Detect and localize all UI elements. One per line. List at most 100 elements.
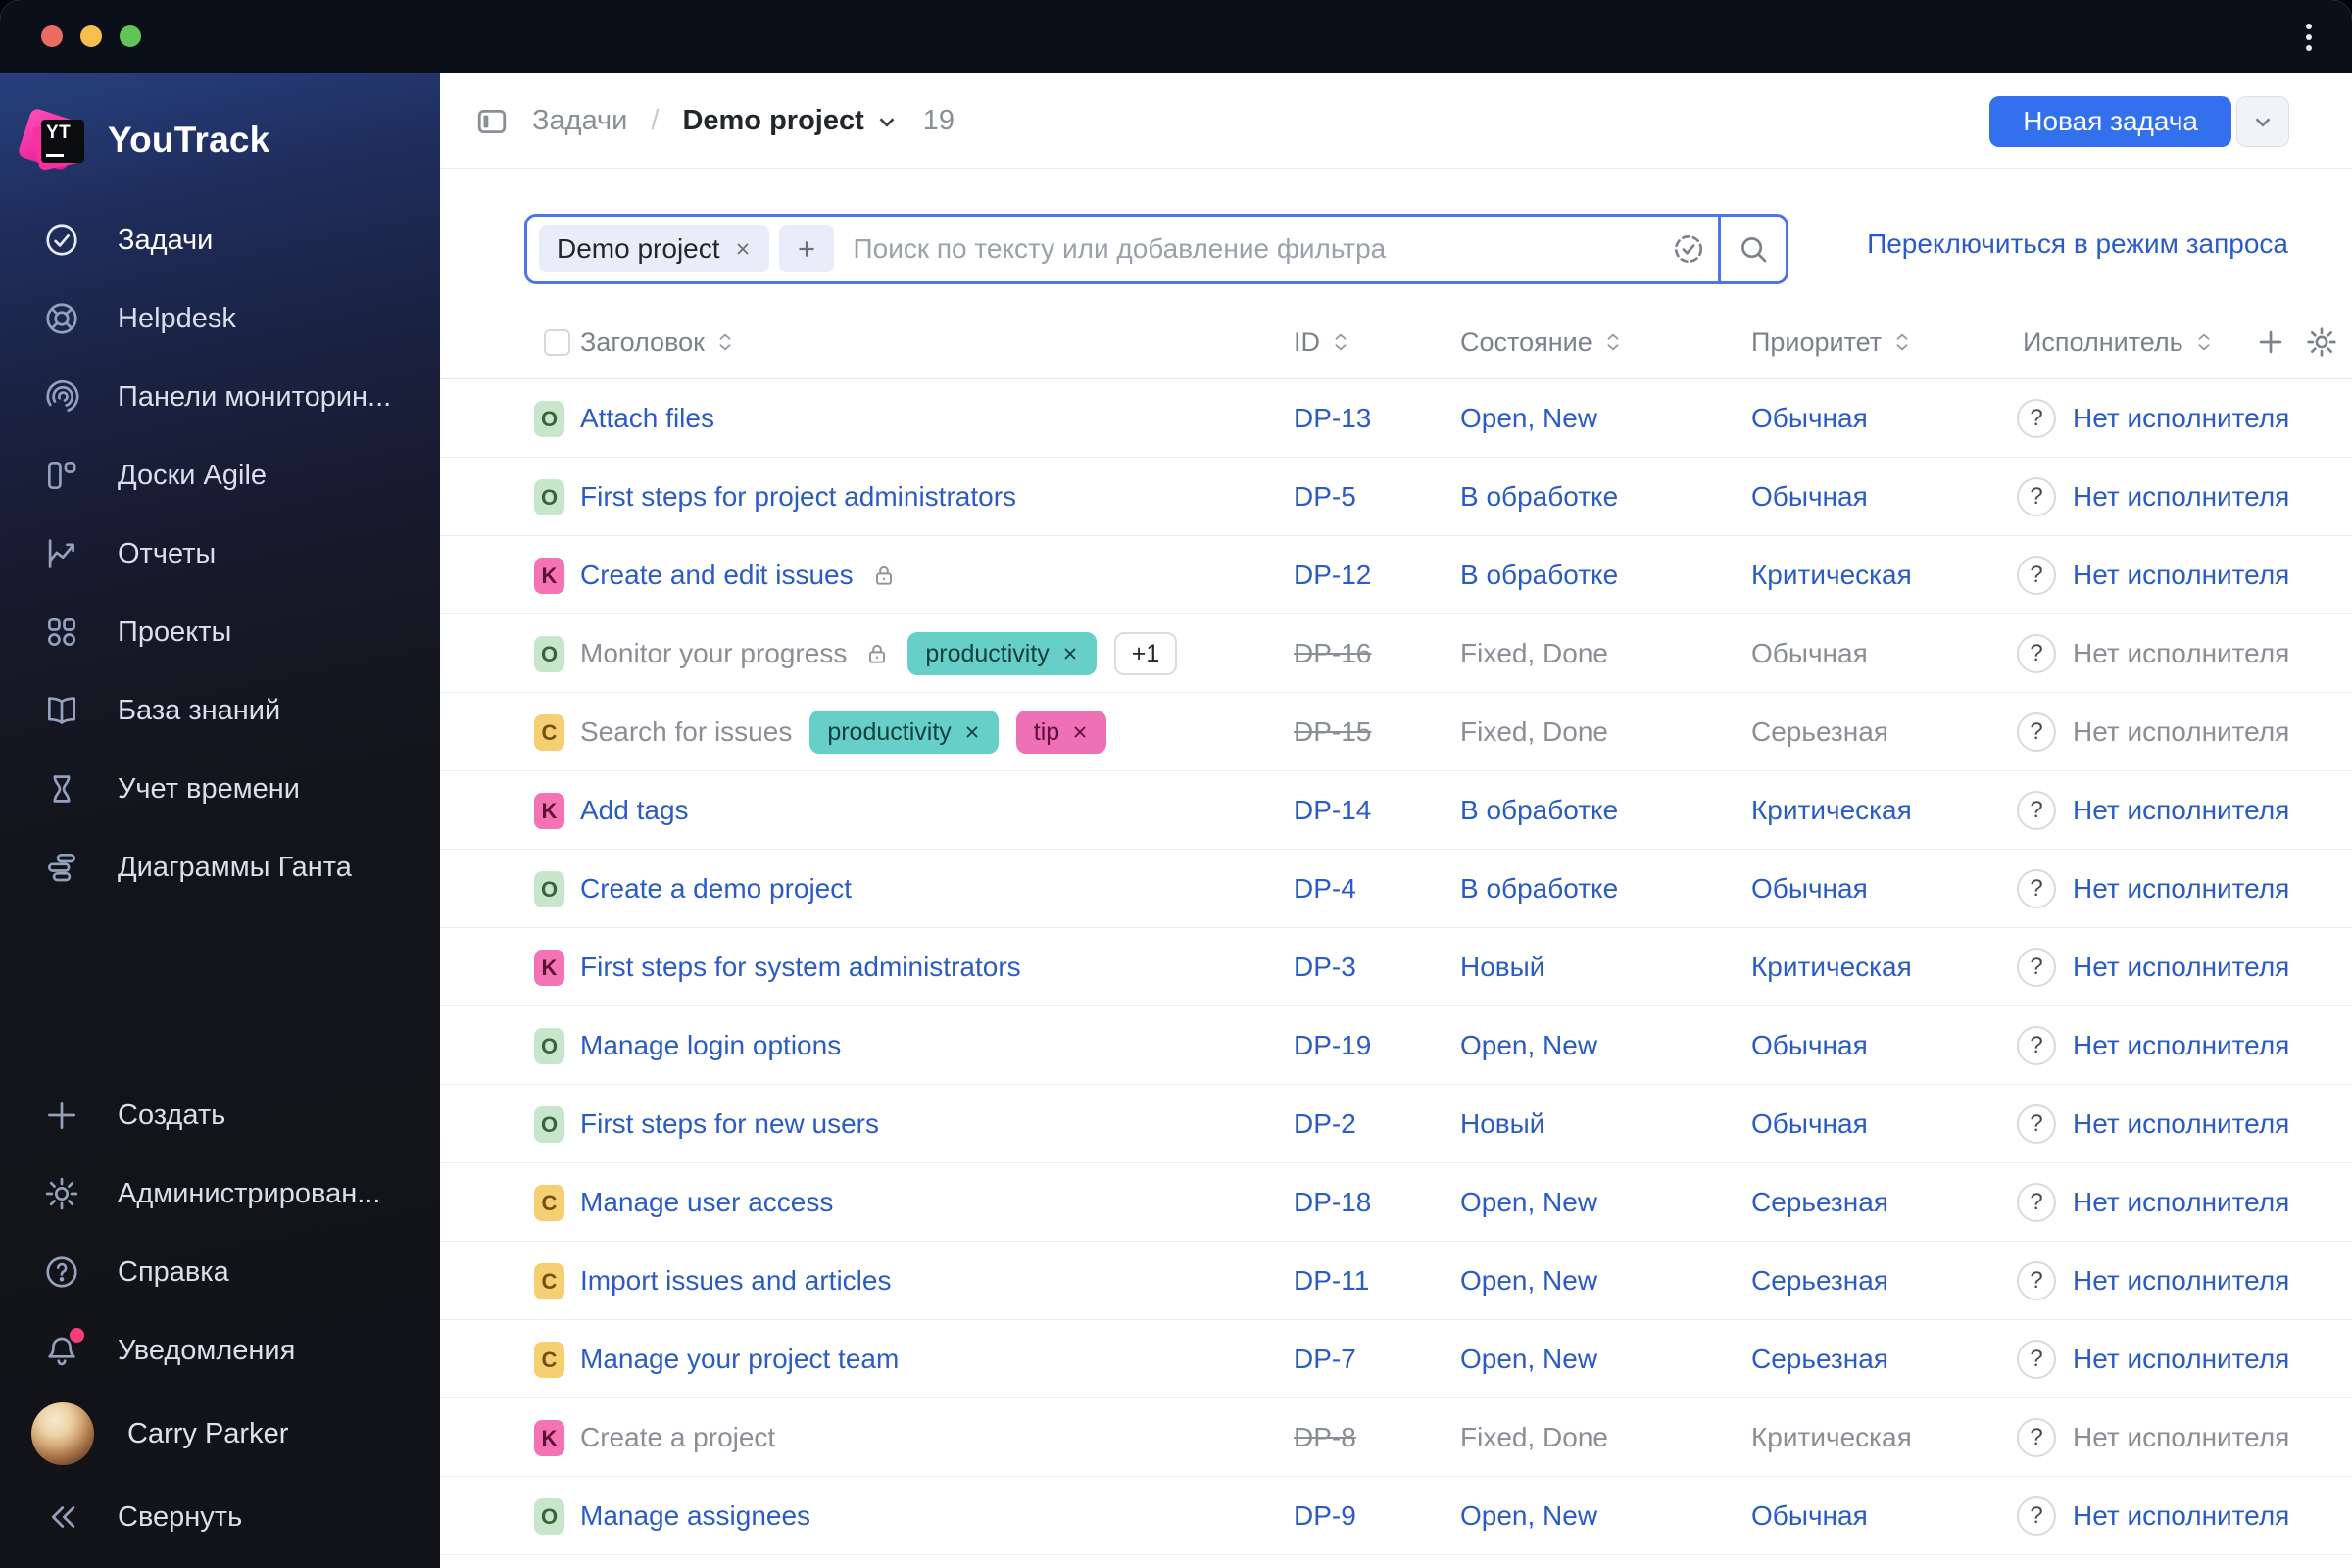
sidebar-item-help[interactable]: Справка	[0, 1233, 440, 1311]
tag-productivity[interactable]: productivity	[907, 632, 1097, 675]
issue-state[interactable]: Open, New	[1460, 379, 1597, 458]
column-header-state[interactable]: Состояние	[1460, 305, 1624, 379]
issue-priority[interactable]: Обычная	[1751, 458, 1868, 536]
issue-assignee[interactable]: ? Нет исполнителя	[2017, 1085, 2289, 1163]
issue-title-link[interactable]: Import issues and articles	[580, 1265, 891, 1297]
table-row[interactable]: C Manage user access DP-18 Open, New Серьезн…	[440, 1163, 2352, 1242]
query-mode-link[interactable]: Переключиться в режим запроса	[1867, 228, 2288, 260]
issue-title-link[interactable]: Manage assignees	[580, 1500, 810, 1532]
table-row[interactable]: O Monitor your progress productivity +1 DP-1…	[440, 614, 2352, 693]
issue-priority[interactable]: Обычная	[1751, 1006, 1868, 1085]
kebab-menu-icon[interactable]	[2289, 18, 2328, 57]
issue-priority[interactable]: Критическая	[1751, 1398, 1912, 1477]
add-filter-button[interactable]	[778, 225, 834, 272]
breadcrumb-root[interactable]: Задачи	[532, 105, 627, 137]
search-submit-button[interactable]	[1721, 217, 1786, 281]
remove-tag-icon[interactable]	[963, 723, 981, 741]
sidebar-item-helpdesk[interactable]: Helpdesk	[0, 279, 440, 358]
remove-tag-icon[interactable]	[1071, 723, 1089, 741]
issue-state[interactable]: Fixed, Done	[1460, 614, 1608, 693]
table-row[interactable]: K Create and edit issues DP-12 В обработке К…	[440, 536, 2352, 614]
search-input[interactable]	[833, 233, 1659, 265]
sidebar-item-plus[interactable]: Создать	[0, 1076, 440, 1154]
issue-id-link[interactable]: DP-4	[1294, 850, 1356, 928]
tag-tip[interactable]: tip	[1015, 710, 1107, 754]
youtrack-logo[interactable]: YT YouTrack	[0, 74, 440, 201]
sidebar-item-knowledge-base[interactable]: База знаний	[0, 671, 440, 750]
sidebar-item-gantt[interactable]: Диаграммы Ганта	[0, 828, 440, 906]
sidebar-item-gear[interactable]: Администрирован...	[0, 1154, 440, 1233]
issue-priority[interactable]: Критическая	[1751, 536, 1912, 614]
issue-state[interactable]: В обработке	[1460, 458, 1618, 536]
save-search-button[interactable]	[1659, 217, 1718, 281]
table-settings-button[interactable]	[2305, 305, 2338, 379]
sidebar-item-bell[interactable]: Уведомления	[0, 1311, 440, 1390]
sidebar-item-agile-boards[interactable]: Доски Agile	[0, 436, 440, 514]
toggle-sidebar-icon[interactable]	[475, 105, 509, 138]
issue-state[interactable]: Новый	[1460, 1085, 1544, 1163]
search-filter-chip[interactable]: Demo project	[539, 225, 769, 272]
issue-priority[interactable]: Обычная	[1751, 614, 1868, 693]
issue-title-link[interactable]: Manage login options	[580, 1030, 841, 1061]
issue-state[interactable]: Open, New	[1460, 1163, 1597, 1242]
issue-assignee[interactable]: ? Нет исполнителя	[2017, 1477, 2289, 1555]
sidebar-user[interactable]: Carry Parker	[0, 1390, 440, 1478]
issue-assignee[interactable]: ? Нет исполнителя	[2017, 1163, 2289, 1242]
issue-assignee[interactable]: ? Нет исполнителя	[2017, 458, 2289, 536]
new-task-dropdown-button[interactable]	[2236, 96, 2289, 147]
issue-assignee[interactable]: ? Нет исполнителя	[2017, 1320, 2289, 1398]
table-row[interactable]: C Manage your project team DP-7 Open, New Се…	[440, 1320, 2352, 1398]
issue-id-link[interactable]: DP-8	[1294, 1398, 1356, 1477]
tag-productivity[interactable]: productivity	[809, 710, 999, 754]
table-row[interactable]: O	[440, 1555, 2352, 1568]
table-row[interactable]: O Manage assignees DP-9 Open, New Обычная? Не…	[440, 1477, 2352, 1555]
close-window-button[interactable]	[41, 25, 63, 47]
sidebar-item-reports[interactable]: Отчеты	[0, 514, 440, 593]
issue-title-link[interactable]: Create a project	[580, 1422, 775, 1453]
table-row[interactable]: O Attach files DP-13 Open, New Обычная? Нет и…	[440, 379, 2352, 458]
table-row[interactable]: K Add tags DP-14 В обработке Критическая? Нет…	[440, 771, 2352, 850]
issue-id-link[interactable]: DP-7	[1294, 1320, 1356, 1398]
issue-id-link[interactable]: DP-18	[1294, 1163, 1371, 1242]
issue-priority[interactable]: Серьезная	[1751, 1163, 1888, 1242]
table-row[interactable]: O Manage login options DP-19 Open, New Обычн…	[440, 1006, 2352, 1085]
issue-title-link[interactable]: First steps for new users	[580, 1108, 879, 1140]
sidebar-item-projects[interactable]: Проекты	[0, 593, 440, 671]
table-row[interactable]: O First steps for new users DP-2 Новый Обычн…	[440, 1085, 2352, 1163]
issue-state[interactable]: В обработке	[1460, 771, 1618, 850]
issue-priority[interactable]: Обычная	[1751, 850, 1868, 928]
issue-title-link[interactable]: Manage your project team	[580, 1344, 899, 1375]
issue-state[interactable]: Open, New	[1460, 1242, 1597, 1320]
sidebar-item-tasks[interactable]: Задачи	[0, 201, 440, 279]
issue-assignee[interactable]: ? Нет исполнителя	[2017, 1006, 2289, 1085]
table-row[interactable]: K Create a project DP-8 Fixed, Done Критичес…	[440, 1398, 2352, 1477]
issue-assignee[interactable]: ? Нет исполнителя	[2017, 1242, 2289, 1320]
issue-state[interactable]: В обработке	[1460, 850, 1618, 928]
issue-id-link[interactable]: DP-2	[1294, 1085, 1356, 1163]
sidebar-collapse-button[interactable]: Свернуть	[0, 1478, 440, 1556]
issue-state[interactable]: Fixed, Done	[1460, 693, 1608, 771]
remove-tag-icon[interactable]	[1061, 645, 1079, 662]
issue-id-link[interactable]: DP-16	[1294, 614, 1371, 693]
sidebar-item-dashboards[interactable]: Панели мониторин...	[0, 358, 440, 436]
column-header-id[interactable]: ID	[1294, 305, 1351, 379]
more-tags-chip[interactable]: +1	[1113, 632, 1178, 675]
issue-priority[interactable]: Критическая	[1751, 771, 1912, 850]
table-row[interactable]: C Search for issues productivity tip DP-15 Fi…	[440, 693, 2352, 771]
issue-priority[interactable]: Критическая	[1751, 928, 1912, 1006]
issue-title-link[interactable]: Search for issues	[580, 716, 792, 748]
issue-state[interactable]: Open, New	[1460, 1477, 1597, 1555]
column-header-title[interactable]: Заголовок	[580, 305, 736, 379]
issue-state[interactable]: В обработке	[1460, 536, 1618, 614]
issue-title-link[interactable]: Create a demo project	[580, 873, 852, 905]
table-row[interactable]: O First steps for project administrators D…	[440, 458, 2352, 536]
issue-assignee[interactable]: ? Нет исполнителя	[2017, 614, 2289, 693]
issue-assignee[interactable]: ? Нет исполнителя	[2017, 693, 2289, 771]
issue-priority[interactable]: Серьезная	[1751, 1320, 1888, 1398]
issue-state[interactable]: Новый	[1460, 928, 1544, 1006]
issue-priority[interactable]: Серьезная	[1751, 1242, 1888, 1320]
column-header-priority[interactable]: Приоритет	[1751, 305, 1913, 379]
issue-priority[interactable]: Обычная	[1751, 1477, 1868, 1555]
issue-assignee[interactable]: ? Нет исполнителя	[2017, 536, 2289, 614]
issue-title-link[interactable]: First steps for system administrators	[580, 952, 1021, 983]
